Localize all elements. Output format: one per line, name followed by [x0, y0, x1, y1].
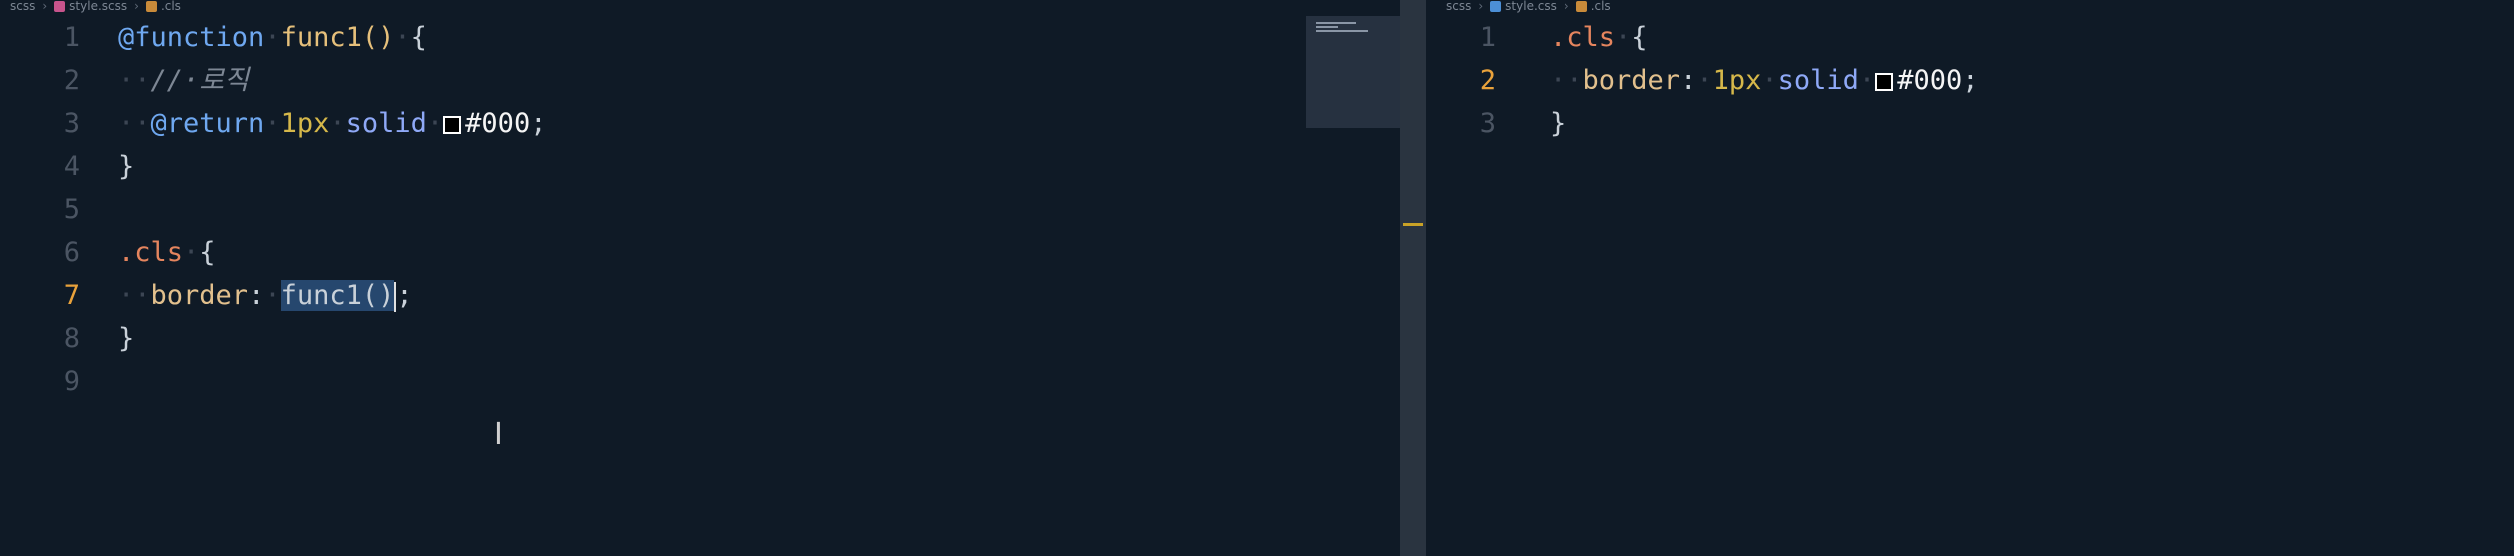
code-token: {	[410, 22, 427, 53]
selector-icon	[1575, 1, 1587, 12]
code-token: solid	[345, 108, 427, 139]
line-number: 3	[63, 108, 80, 139]
code-token: ·	[1761, 65, 1778, 96]
code-token: ··	[118, 280, 151, 311]
line-code: }	[118, 317, 134, 360]
line-number: 1	[1479, 22, 1496, 53]
code-token: ·	[394, 22, 411, 53]
line-code: @function·func1()·{	[118, 16, 427, 59]
code-token: func1()	[280, 22, 395, 53]
code-token: {	[199, 237, 216, 268]
code-token: :	[248, 280, 265, 311]
breadcrumb-folder[interactable]: scss	[10, 0, 35, 13]
pane-splitter[interactable]	[1400, 0, 1426, 556]
code-token: 1px	[1712, 65, 1762, 96]
line-code: .cls·{	[118, 231, 216, 274]
code-token: ·	[329, 108, 346, 139]
code-token: }	[1550, 108, 1567, 139]
code-token: ·	[264, 280, 281, 311]
code-token: #000	[465, 108, 531, 139]
breadcrumb: scss › style.css › .cls	[1446, 0, 1611, 13]
line-number: 4	[63, 151, 80, 182]
code-token: #000	[1897, 65, 1963, 96]
code-token: ·	[264, 108, 281, 139]
line-number: 7	[63, 280, 80, 311]
breadcrumb-file[interactable]: style.css	[1505, 0, 1557, 13]
code-token: .cls	[118, 237, 184, 268]
code-token: ·	[264, 22, 281, 53]
left-editor-pane[interactable]: scss › style.scss › .cls 1 @function·func1()·…	[0, 0, 1400, 556]
line-code: ··@return·1px·solid· #000;	[118, 102, 546, 145]
code-token: ·	[426, 108, 444, 139]
code-token: ·	[1858, 65, 1876, 96]
code-token: }	[118, 323, 135, 354]
scss-file-icon	[54, 1, 66, 12]
code-token: ;	[396, 280, 413, 311]
code-token: ··	[118, 65, 151, 96]
line-number: 1	[63, 22, 80, 53]
breadcrumb-file[interactable]: style.scss	[69, 0, 127, 13]
line-code: ··//·로직	[118, 59, 249, 102]
line-code: ··border:·1px·solid· #000;	[1550, 59, 1978, 102]
breadcrumb: scss › style.scss › .cls	[10, 0, 181, 13]
line-number: 2	[1479, 65, 1496, 96]
breadcrumb-symbol[interactable]: .cls	[161, 0, 181, 13]
line-code: }	[1550, 102, 1566, 145]
code-token: @return	[150, 108, 265, 139]
code-token: ;	[1962, 65, 1979, 96]
code-token: }	[118, 151, 135, 182]
code-token: 1px	[280, 108, 330, 139]
code-token: border	[1582, 65, 1681, 96]
line-number: 9	[63, 366, 80, 397]
code-token: func1()	[280, 280, 395, 311]
line-code: .cls·{	[1550, 16, 1648, 59]
code-token: //·로직	[150, 65, 249, 96]
selector-icon	[145, 1, 157, 12]
color-swatch[interactable]	[1875, 73, 1894, 91]
line-number: 2	[63, 65, 80, 96]
code-token: border	[150, 280, 249, 311]
scrollbar-position-marker	[1403, 223, 1423, 226]
line-number: 3	[1479, 108, 1496, 139]
code-token: ·	[1696, 65, 1713, 96]
code-token: ··	[1550, 65, 1583, 96]
code-token: ;	[530, 108, 547, 139]
breadcrumb-folder[interactable]: scss	[1446, 0, 1471, 13]
code-token: solid	[1777, 65, 1859, 96]
code-token: ·	[183, 237, 200, 268]
code-token: :	[1680, 65, 1697, 96]
text-cursor-icon: I	[494, 417, 503, 452]
minimap[interactable]	[1306, 16, 1400, 128]
line-number: 5	[63, 194, 80, 225]
color-swatch[interactable]	[443, 116, 462, 134]
code-token: .cls	[1550, 22, 1616, 53]
line-code: ··border:·func1();	[118, 274, 413, 317]
css-file-icon	[1490, 1, 1502, 12]
code-token: @function	[118, 22, 265, 53]
line-code: }	[118, 145, 134, 188]
code-token: {	[1631, 22, 1648, 53]
line-number: 6	[63, 237, 80, 268]
code-token: ·	[1615, 22, 1632, 53]
right-editor-pane[interactable]: scss › style.css › .cls 1 .cls·{2 ··border:·1p…	[1426, 0, 2514, 556]
line-number: 8	[63, 323, 80, 354]
breadcrumb-symbol[interactable]: .cls	[1591, 0, 1611, 13]
code-token: ··	[118, 108, 151, 139]
